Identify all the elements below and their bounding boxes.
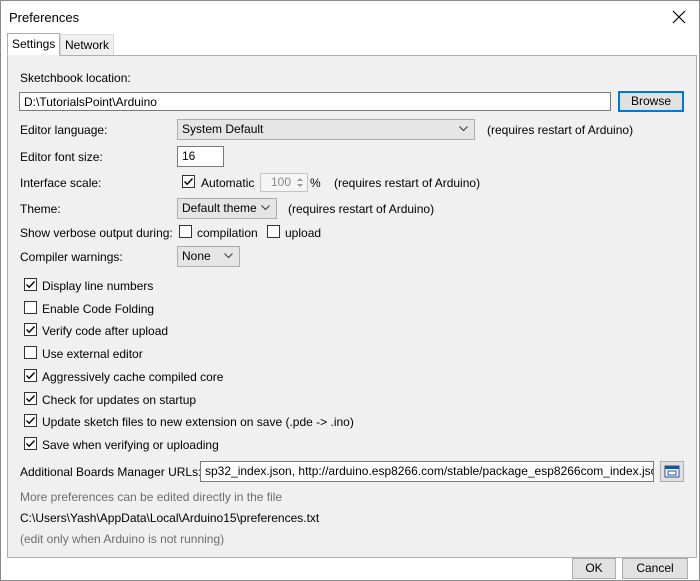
compilation-checkbox[interactable] [179,225,192,238]
editor-language-note: (requires restart of Arduino) [487,123,634,137]
checkmark-icon [26,372,36,380]
editor-language-value: System Default [182,122,264,136]
boards-manager-input[interactable]: sp32_index.json, http://arduino.esp8266.… [200,461,654,482]
option-checkbox[interactable] [24,278,37,291]
option-label: Use external editor [42,347,143,361]
chevron-down-icon [261,205,270,211]
font-size-input[interactable]: 16 [177,146,224,167]
checkmark-icon [184,178,194,186]
interface-scale-note: (requires restart of Arduino) [334,176,481,190]
preferences-path: C:\Users\Yash\AppData\Local\Arduino15\pr… [20,511,320,525]
automatic-label: Automatic [201,176,255,190]
upload-label: upload [285,226,322,240]
tab-network[interactable]: Network [60,34,115,55]
window-title: Preferences [9,10,80,25]
chevron-down-icon [224,253,233,259]
interface-scale-label: Interface scale: [20,176,102,190]
ok-button[interactable]: OK [572,558,616,579]
chevron-down-icon [459,126,468,132]
option-label: Enable Code Folding [42,302,155,316]
scale-unit: % [310,176,321,190]
scale-value: 100 [270,175,291,189]
boards-manager-label: Additional Boards Manager URLs: [20,465,202,479]
compiler-warnings-select[interactable]: None [177,246,240,267]
automatic-checkbox[interactable] [182,175,195,188]
compiler-warnings-value: None [182,249,211,263]
settings-panel: Sketchbook location: D:\TutorialsPoint\A… [7,55,697,558]
checkmark-icon [26,281,36,289]
theme-note: (requires restart of Arduino) [288,202,435,216]
checkmark-icon [26,440,36,448]
option-checkbox[interactable] [24,437,37,450]
option-checkbox[interactable] [24,414,37,427]
theme-value: Default theme [182,201,257,215]
sketchbook-label: Sketchbook location: [20,71,131,85]
title-bar: Preferences [1,1,699,33]
option-label: Verify code after upload [42,324,169,338]
upload-checkbox[interactable] [267,225,280,238]
theme-label: Theme: [20,202,61,216]
compilation-label: compilation [197,226,258,240]
verbose-label: Show verbose output during: [20,226,173,240]
checkmark-icon [26,417,36,425]
browse-button[interactable]: Browse [618,91,684,112]
option-checkbox[interactable] [24,369,37,382]
option-checkbox[interactable] [24,323,37,336]
edit-note-text: (edit only when Arduino is not running) [20,532,225,546]
option-label: Display line numbers [42,279,154,293]
window-list-icon [664,465,680,478]
close-button[interactable] [669,7,689,27]
checkmark-icon [26,395,36,403]
compiler-warnings-label: Compiler warnings: [20,250,123,264]
option-checkbox[interactable] [24,346,37,359]
option-label: Check for updates on startup [42,393,197,407]
preferences-window: Preferences Settings Network Sketchbook … [0,0,700,581]
option-label: Update sketch files to new extension on … [42,415,354,429]
tab-settings[interactable]: Settings [7,33,61,56]
option-checkbox[interactable] [24,301,37,314]
theme-select[interactable]: Default theme [177,198,277,219]
sketchbook-input[interactable]: D:\TutorialsPoint\Arduino [19,92,611,111]
option-label: Save when verifying or uploading [42,438,219,452]
editor-language-label: Editor language: [20,123,108,137]
checkmark-icon [26,326,36,334]
scale-spinner[interactable]: 100 [260,173,308,192]
close-icon [672,10,686,24]
more-prefs-text: More preferences can be edited directly … [20,490,283,504]
edit-urls-button[interactable] [660,461,684,482]
font-size-label: Editor font size: [20,150,103,164]
option-label: Aggressively cache compiled core [42,370,224,384]
option-checkbox[interactable] [24,392,37,405]
cancel-button[interactable]: Cancel [622,558,688,579]
editor-language-select[interactable]: System Default [177,119,475,140]
spinner-arrows-icon [297,178,303,187]
